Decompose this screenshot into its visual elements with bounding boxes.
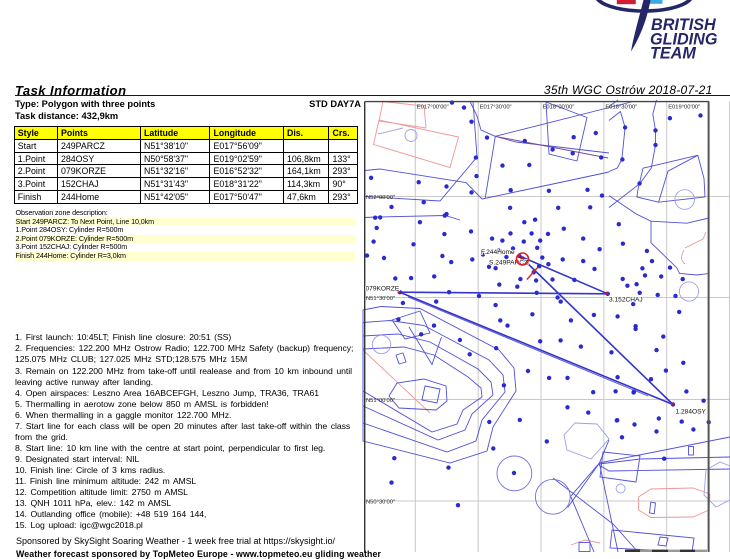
svg-text:1.284OSY: 1.284OSY bbox=[676, 409, 707, 416]
svg-text:E019°00'00": E019°00'00" bbox=[668, 105, 700, 111]
svg-text:N51°30'00": N51°30'00" bbox=[366, 296, 395, 302]
svg-text:E017°30'00": E017°30'00" bbox=[480, 105, 512, 111]
svg-text:F.244Home: F.244Home bbox=[481, 249, 515, 256]
svg-text:N52°00'00": N52°00'00" bbox=[366, 195, 395, 201]
svg-text:E018°30'00": E018°30'00" bbox=[605, 105, 637, 111]
svg-text:TEAM: TEAM bbox=[650, 45, 696, 63]
svg-text:3.152CHAJ: 3.152CHAJ bbox=[609, 297, 643, 304]
svg-text:E017°00'00": E017°00'00" bbox=[417, 105, 449, 111]
svg-text:E018°00'00": E018°00'00" bbox=[543, 105, 575, 111]
svg-text:079KORZE: 079KORZE bbox=[366, 286, 400, 293]
